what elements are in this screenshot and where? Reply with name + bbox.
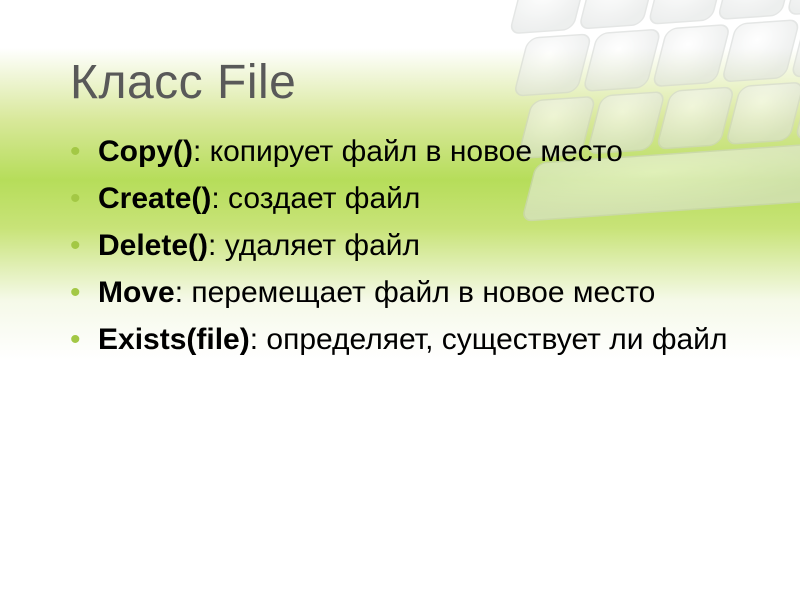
- method-name: Exists(file): [98, 323, 250, 356]
- bullet-list: Copy(): копирует файл в новое место Crea…: [70, 132, 740, 359]
- slide-content: Класс File Copy(): копирует файл в новое…: [0, 0, 800, 407]
- list-item: Exists(file): определяет, существует ли …: [70, 320, 740, 359]
- method-desc: : определяет, существует ли файл: [250, 323, 728, 356]
- method-name: Delete(): [98, 229, 208, 262]
- method-desc: : создает файл: [211, 182, 420, 215]
- method-desc: : перемещает файл в новое место: [175, 276, 656, 309]
- list-item: Copy(): копирует файл в новое место: [70, 132, 740, 171]
- method-name: Move: [98, 276, 175, 309]
- slide-title: Класс File: [70, 55, 740, 110]
- method-name: Create(): [98, 182, 211, 215]
- method-desc: : копирует файл в новое место: [193, 135, 623, 168]
- list-item: Create(): создает файл: [70, 179, 740, 218]
- method-desc: : удаляет файл: [208, 229, 420, 262]
- list-item: Move: перемещает файл в новое место: [70, 273, 740, 312]
- list-item: Delete(): удаляет файл: [70, 226, 740, 265]
- method-name: Copy(): [98, 135, 193, 168]
